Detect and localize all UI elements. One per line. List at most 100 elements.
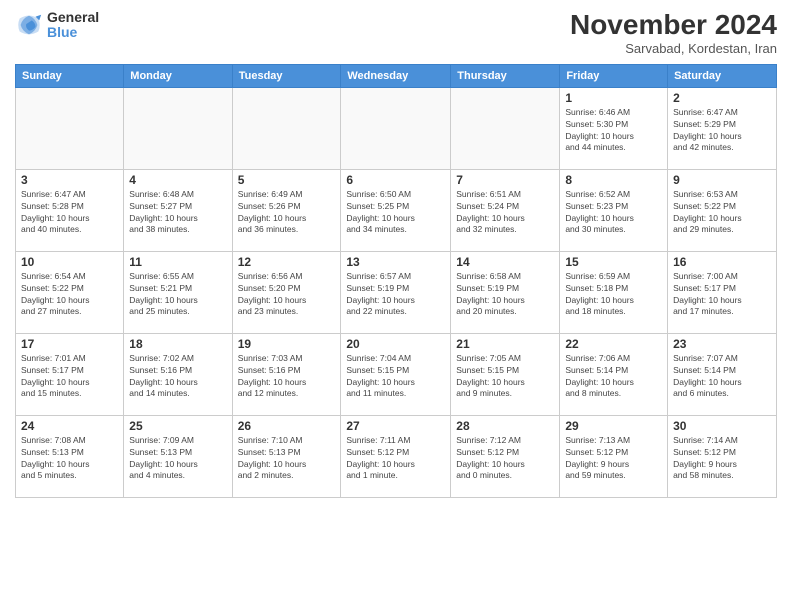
day-info-21: Sunrise: 7:05 AM Sunset: 5:15 PM Dayligh… [456, 353, 554, 401]
cell-0-5: 1Sunrise: 6:46 AM Sunset: 5:30 PM Daylig… [560, 87, 668, 169]
header-row: Sunday Monday Tuesday Wednesday Thursday… [16, 64, 777, 87]
day-info-27: Sunrise: 7:11 AM Sunset: 5:12 PM Dayligh… [346, 435, 445, 483]
month-title: November 2024 [570, 10, 777, 41]
day-info-28: Sunrise: 7:12 AM Sunset: 5:12 PM Dayligh… [456, 435, 554, 483]
cell-4-1: 25 Sunrise: 7:09 AM Sunset: 5:13 PM Dayli… [124, 415, 232, 497]
cell-2-0: 10Sunrise: 6:54 AM Sunset: 5:22 PM Dayli… [16, 251, 124, 333]
day-number-25: 25 [129, 419, 226, 433]
cell-0-3 [341, 87, 451, 169]
day-info-16: Sunrise: 7:00 AM Sunset: 5:17 PM Dayligh… [673, 271, 771, 319]
cell-1-2: 5Sunrise: 6:49 AM Sunset: 5:26 PM Daylig… [232, 169, 341, 251]
day-info-5: Sunrise: 6:49 AM Sunset: 5:26 PM Dayligh… [238, 189, 336, 237]
calendar-table: Sunday Monday Tuesday Wednesday Thursday… [15, 64, 777, 498]
cell-3-2: 19 Sunrise: 7:03 AM Sunset: 5:16 PM Dayli… [232, 333, 341, 415]
day-number-10: 10 [21, 255, 118, 269]
day-info-13: Sunrise: 6:57 AM Sunset: 5:19 PM Dayligh… [346, 271, 445, 319]
cell-3-5: 22Sunrise: 7:06 AM Sunset: 5:14 PM Dayli… [560, 333, 668, 415]
cell-0-1 [124, 87, 232, 169]
day-number-29: 29 [565, 419, 662, 433]
week-row-0: 1Sunrise: 6:46 AM Sunset: 5:30 PM Daylig… [16, 87, 777, 169]
day-number-4: 4 [129, 173, 226, 187]
logo-general-text: General [47, 10, 99, 25]
logo-text: General Blue [47, 10, 99, 41]
day-number-24: 24 [21, 419, 118, 433]
day-number-16: 16 [673, 255, 771, 269]
title-section: November 2024 Sarvabad, Kordestan, Iran [570, 10, 777, 56]
cell-2-6: 16 Sunrise: 7:00 AM Sunset: 5:17 PM Dayli… [668, 251, 777, 333]
cell-4-6: 30 Sunrise: 7:14 AM Sunset: 5:12 PM Dayli… [668, 415, 777, 497]
cell-4-2: 26 Sunrise: 7:10 AM Sunset: 5:13 PM Dayli… [232, 415, 341, 497]
cell-1-1: 4 Sunrise: 6:48 AM Sunset: 5:27 PM Daylig… [124, 169, 232, 251]
header: General Blue November 2024 Sarvabad, Kor… [15, 10, 777, 56]
week-row-4: 24 Sunrise: 7:08 AM Sunset: 5:13 PM Dayli… [16, 415, 777, 497]
week-row-2: 10Sunrise: 6:54 AM Sunset: 5:22 PM Dayli… [16, 251, 777, 333]
day-number-18: 18 [129, 337, 226, 351]
day-number-19: 19 [238, 337, 336, 351]
cell-2-3: 13 Sunrise: 6:57 AM Sunset: 5:19 PM Dayli… [341, 251, 451, 333]
cell-4-5: 29Sunrise: 7:13 AM Sunset: 5:12 PM Dayli… [560, 415, 668, 497]
day-info-14: Sunrise: 6:58 AM Sunset: 5:19 PM Dayligh… [456, 271, 554, 319]
header-wednesday: Wednesday [341, 64, 451, 87]
cell-1-4: 7 Sunrise: 6:51 AM Sunset: 5:24 PM Daylig… [451, 169, 560, 251]
cell-3-6: 23 Sunrise: 7:07 AM Sunset: 5:14 PM Dayli… [668, 333, 777, 415]
header-sunday: Sunday [16, 64, 124, 87]
cell-0-4 [451, 87, 560, 169]
header-tuesday: Tuesday [232, 64, 341, 87]
cell-0-0 [16, 87, 124, 169]
day-number-22: 22 [565, 337, 662, 351]
day-number-30: 30 [673, 419, 771, 433]
cell-2-5: 15 Sunrise: 6:59 AM Sunset: 5:18 PM Dayli… [560, 251, 668, 333]
cell-2-2: 12 Sunrise: 6:56 AM Sunset: 5:20 PM Dayli… [232, 251, 341, 333]
day-info-23: Sunrise: 7:07 AM Sunset: 5:14 PM Dayligh… [673, 353, 771, 401]
cell-3-1: 18 Sunrise: 7:02 AM Sunset: 5:16 PM Dayli… [124, 333, 232, 415]
cell-4-4: 28 Sunrise: 7:12 AM Sunset: 5:12 PM Dayli… [451, 415, 560, 497]
header-thursday: Thursday [451, 64, 560, 87]
day-info-30: Sunrise: 7:14 AM Sunset: 5:12 PM Dayligh… [673, 435, 771, 483]
day-info-20: Sunrise: 7:04 AM Sunset: 5:15 PM Dayligh… [346, 353, 445, 401]
cell-2-4: 14 Sunrise: 6:58 AM Sunset: 5:19 PM Dayli… [451, 251, 560, 333]
day-number-9: 9 [673, 173, 771, 187]
day-info-3: Sunrise: 6:47 AM Sunset: 5:28 PM Dayligh… [21, 189, 118, 237]
day-info-4: Sunrise: 6:48 AM Sunset: 5:27 PM Dayligh… [129, 189, 226, 237]
day-number-27: 27 [346, 419, 445, 433]
day-info-11: Sunrise: 6:55 AM Sunset: 5:21 PM Dayligh… [129, 271, 226, 319]
day-info-7: Sunrise: 6:51 AM Sunset: 5:24 PM Dayligh… [456, 189, 554, 237]
day-number-1: 1 [565, 91, 662, 105]
day-info-6: Sunrise: 6:50 AM Sunset: 5:25 PM Dayligh… [346, 189, 445, 237]
day-info-17: Sunrise: 7:01 AM Sunset: 5:17 PM Dayligh… [21, 353, 118, 401]
day-number-13: 13 [346, 255, 445, 269]
day-info-18: Sunrise: 7:02 AM Sunset: 5:16 PM Dayligh… [129, 353, 226, 401]
logo-blue-text: Blue [47, 25, 99, 40]
header-friday: Friday [560, 64, 668, 87]
day-number-28: 28 [456, 419, 554, 433]
day-info-12: Sunrise: 6:56 AM Sunset: 5:20 PM Dayligh… [238, 271, 336, 319]
day-number-23: 23 [673, 337, 771, 351]
day-number-26: 26 [238, 419, 336, 433]
day-info-9: Sunrise: 6:53 AM Sunset: 5:22 PM Dayligh… [673, 189, 771, 237]
cell-2-1: 11Sunrise: 6:55 AM Sunset: 5:21 PM Dayli… [124, 251, 232, 333]
day-info-24: Sunrise: 7:08 AM Sunset: 5:13 PM Dayligh… [21, 435, 118, 483]
day-number-17: 17 [21, 337, 118, 351]
cell-1-5: 8 Sunrise: 6:52 AM Sunset: 5:23 PM Daylig… [560, 169, 668, 251]
logo: General Blue [15, 10, 99, 41]
cell-4-3: 27 Sunrise: 7:11 AM Sunset: 5:12 PM Dayli… [341, 415, 451, 497]
day-info-26: Sunrise: 7:10 AM Sunset: 5:13 PM Dayligh… [238, 435, 336, 483]
week-row-1: 3Sunrise: 6:47 AM Sunset: 5:28 PM Daylig… [16, 169, 777, 251]
day-number-14: 14 [456, 255, 554, 269]
day-number-7: 7 [456, 173, 554, 187]
location-subtitle: Sarvabad, Kordestan, Iran [570, 41, 777, 56]
day-info-8: Sunrise: 6:52 AM Sunset: 5:23 PM Dayligh… [565, 189, 662, 237]
day-info-19: Sunrise: 7:03 AM Sunset: 5:16 PM Dayligh… [238, 353, 336, 401]
day-number-21: 21 [456, 337, 554, 351]
day-number-12: 12 [238, 255, 336, 269]
day-number-6: 6 [346, 173, 445, 187]
cell-1-0: 3Sunrise: 6:47 AM Sunset: 5:28 PM Daylig… [16, 169, 124, 251]
day-number-15: 15 [565, 255, 662, 269]
logo-icon [15, 11, 43, 39]
cell-3-3: 20Sunrise: 7:04 AM Sunset: 5:15 PM Dayli… [341, 333, 451, 415]
day-info-25: Sunrise: 7:09 AM Sunset: 5:13 PM Dayligh… [129, 435, 226, 483]
week-row-3: 17 Sunrise: 7:01 AM Sunset: 5:17 PM Dayli… [16, 333, 777, 415]
cell-0-2 [232, 87, 341, 169]
day-info-15: Sunrise: 6:59 AM Sunset: 5:18 PM Dayligh… [565, 271, 662, 319]
day-number-8: 8 [565, 173, 662, 187]
